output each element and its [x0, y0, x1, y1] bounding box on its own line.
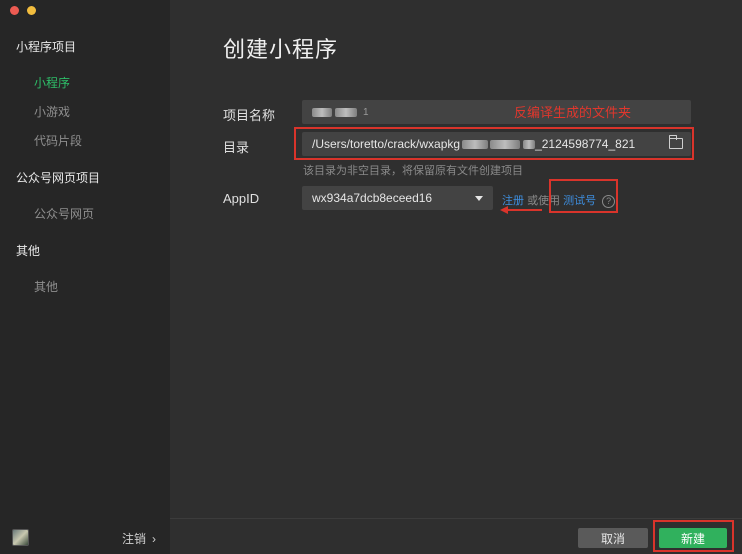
- sidebar-item-other[interactable]: 其他: [34, 278, 58, 295]
- project-name-input[interactable]: 1: [302, 100, 691, 124]
- avatar[interactable]: [12, 529, 29, 546]
- redacted-text: [335, 107, 357, 117]
- sidebar: 小程序项目 小程序 小游戏 代码片段 公众号网页项目 公众号网页 其他 其他 注…: [0, 0, 170, 554]
- project-name-label: 项目名称: [223, 108, 276, 123]
- close-window-button[interactable]: [10, 6, 19, 15]
- section-title-miniprogram: 小程序项目: [16, 40, 77, 54]
- appid-select[interactable]: wx934a7dcb8eceed16: [302, 186, 493, 210]
- redacted-text: [523, 139, 536, 149]
- sidebar-item-miniprogram[interactable]: 小程序: [34, 74, 70, 91]
- cancel-button[interactable]: 取消: [578, 528, 648, 548]
- directory-hint: 该目录为非空目录，将保留原有文件创建项目: [303, 165, 523, 177]
- section-title-official-account: 公众号网页项目: [16, 171, 101, 185]
- redacted-text: [462, 139, 489, 149]
- appid-label: AppID: [223, 191, 260, 206]
- sidebar-item-official-account-web[interactable]: 公众号网页: [34, 205, 94, 222]
- directory-input[interactable]: /Users/toretto/crack/wxapkg _2124598774_…: [302, 132, 691, 156]
- window-controls: [10, 6, 36, 15]
- section-title-other: 其他: [16, 244, 41, 258]
- folder-icon[interactable]: [669, 135, 683, 149]
- logout-label: 注销: [122, 532, 147, 546]
- sidebar-item-code-snippet[interactable]: 代码片段: [34, 132, 82, 149]
- dropdown-arrow-icon: [475, 196, 483, 201]
- minimize-window-button[interactable]: [27, 6, 36, 15]
- directory-label: 目录: [223, 140, 250, 155]
- appid-value: wx934a7dcb8eceed16: [312, 191, 433, 205]
- annotation-box-test-account: [549, 179, 618, 213]
- page-title: 创建小程序: [223, 37, 339, 62]
- annotation-text: 反编译生成的文件夹: [514, 105, 632, 120]
- logout-button[interactable]: 注销 ›: [122, 530, 156, 547]
- directory-path-end: _2124598774_821: [535, 137, 636, 151]
- directory-path-start: /Users/toretto/crack/wxapkg: [312, 137, 461, 151]
- main-panel: 创建小程序 项目名称 1 反编译生成的文件夹 目录 /Users/toretto…: [170, 0, 742, 554]
- project-name-suffix: 1: [363, 106, 369, 118]
- chevron-right-icon: ›: [152, 532, 157, 546]
- redacted-text: [312, 107, 332, 117]
- annotation-arrow-icon: [500, 206, 542, 214]
- footer-divider: [170, 518, 742, 519]
- redacted-text: [490, 139, 521, 149]
- sidebar-item-minigame[interactable]: 小游戏: [34, 103, 70, 120]
- create-button[interactable]: 新建: [659, 528, 727, 548]
